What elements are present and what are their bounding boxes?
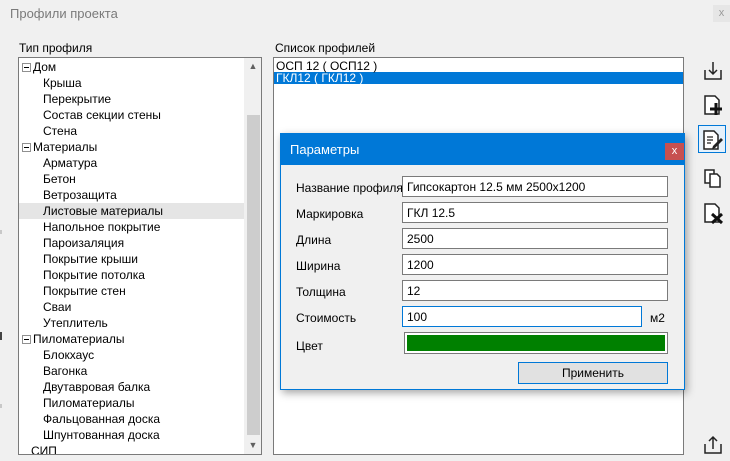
delete-document-icon	[704, 203, 724, 224]
dialog-close-button[interactable]: x	[665, 143, 684, 160]
collapse-icon[interactable]	[22, 63, 31, 72]
tree-item-label: Стена	[43, 124, 78, 138]
import-icon	[704, 62, 722, 80]
tree-item[interactable]: Арматура	[19, 155, 245, 171]
collapse-icon[interactable]	[22, 143, 31, 152]
tree-item[interactable]: Пиломатериалы	[19, 395, 245, 411]
tree-item-label: Утеплитель	[43, 316, 108, 330]
scrollbar-thumb[interactable]	[247, 115, 260, 435]
tree-group-item[interactable]: Материалы	[19, 139, 245, 155]
width-label: Ширина	[296, 259, 341, 273]
tree-item-label: Пиломатериалы	[33, 332, 125, 346]
window-title: Профили проекта	[10, 6, 118, 21]
add-profile-button[interactable]	[698, 90, 726, 118]
collapse-icon[interactable]	[22, 335, 31, 344]
tree-item-label: Фальцованная доска	[43, 412, 160, 426]
tree-item-label: Покрытие крыши	[43, 252, 138, 266]
tree-item[interactable]: Фальцованная доска	[19, 411, 245, 427]
parameters-dialog: Параметры x Название профиля Маркировка …	[280, 133, 685, 390]
thickness-label: Толщина	[296, 285, 346, 299]
edit-document-icon	[703, 130, 723, 150]
tree-item[interactable]: Утеплитель	[19, 315, 245, 331]
tree-group-item[interactable]: Дом	[19, 59, 245, 75]
tree-item-label: Бетон	[43, 172, 76, 186]
tree-item[interactable]: Состав секции стены	[19, 107, 245, 123]
tree-item[interactable]: СИП	[19, 443, 245, 455]
width-field[interactable]	[402, 254, 668, 275]
import-button[interactable]	[698, 56, 726, 84]
tree-item-label: Блокхаус	[43, 348, 95, 362]
tree-item-label: Напольное покрытие	[43, 220, 161, 234]
cost-unit: м2	[650, 311, 665, 325]
tree-item-label: СИП	[31, 444, 57, 455]
delete-profile-button[interactable]	[698, 198, 726, 226]
marking-field[interactable]	[402, 202, 668, 223]
window-left-edge-mark	[0, 404, 2, 408]
tree-item-label: Листовые материалы	[43, 204, 163, 218]
color-picker[interactable]	[404, 332, 668, 354]
export-button[interactable]	[698, 430, 726, 458]
tree-item-label: Материалы	[33, 140, 98, 154]
profile-type-tree[interactable]: Дом Крыша Перекрытие Состав секции стены Сте…	[18, 57, 262, 455]
tree-item-label: Покрытие потолка	[43, 268, 145, 282]
tree-scrollbar[interactable]: ▲ ▼	[244, 58, 261, 454]
tree-item-label: Арматура	[43, 156, 98, 170]
tree-item[interactable]: Крыша	[19, 75, 245, 91]
tree-item[interactable]: Бетон	[19, 171, 245, 187]
scroll-up-arrow-icon[interactable]: ▲	[245, 58, 261, 75]
profile-type-caption: Тип профиля	[19, 41, 93, 55]
window-left-edge-mark	[0, 230, 2, 234]
tree-item-label: Пиломатериалы	[43, 396, 135, 410]
tree-group-item[interactable]: Пиломатериалы	[19, 331, 245, 347]
tree-item-label: Состав секции стены	[43, 108, 161, 122]
profile-list-caption: Список профилей	[275, 41, 376, 55]
add-document-icon	[704, 95, 722, 115]
length-field[interactable]	[402, 228, 668, 249]
tree-item-label: Шпунтованная доска	[43, 428, 160, 442]
tree-item-label: Вагонка	[43, 364, 88, 378]
cost-field[interactable]	[402, 306, 642, 327]
tree-item[interactable]: Покрытие потолка	[19, 267, 245, 283]
tree-item-label: Покрытие стен	[43, 284, 126, 298]
tree-item-label: Пароизаляция	[43, 236, 125, 250]
edit-profile-button[interactable]	[698, 125, 726, 153]
tree-item[interactable]: Перекрытие	[19, 91, 245, 107]
tree-item[interactable]: Сваи	[19, 299, 245, 315]
cost-label: Стоимость	[296, 311, 357, 325]
copy-icon	[704, 169, 721, 188]
color-swatch	[407, 335, 665, 351]
tree-item-label: Крыша	[43, 76, 82, 90]
export-icon	[704, 435, 722, 454]
dialog-title-bar[interactable]: Параметры x	[281, 134, 684, 165]
tree-item-label: Дом	[33, 60, 57, 74]
tree-item-label: Перекрытие	[43, 92, 112, 106]
tree-item[interactable]: Листовые материалы	[19, 203, 245, 219]
profile-name-field[interactable]	[402, 176, 668, 197]
tree-item-label: Сваи	[43, 300, 72, 314]
tree-item-label: Ветрозащита	[43, 188, 117, 202]
tree-item[interactable]: Блокхаус	[19, 347, 245, 363]
tree-item[interactable]: Ветрозащита	[19, 187, 245, 203]
tree-item[interactable]: Шпунтованная доска	[19, 427, 245, 443]
marking-label: Маркировка	[296, 207, 364, 221]
apply-button[interactable]: Применить	[518, 362, 668, 384]
profile-list-item[interactable]: ГКЛ12 ( ГКЛ12 )	[274, 72, 683, 84]
tree-item[interactable]: Напольное покрытие	[19, 219, 245, 235]
window-left-edge-mark	[0, 332, 2, 340]
tree-item[interactable]: Стена	[19, 123, 245, 139]
scroll-down-arrow-icon[interactable]: ▼	[245, 437, 261, 454]
tree-item[interactable]: Вагонка	[19, 363, 245, 379]
dialog-title: Параметры	[290, 142, 360, 157]
color-label: Цвет	[296, 339, 323, 353]
profile-name-label: Название профиля	[296, 181, 403, 195]
copy-profile-button[interactable]	[698, 163, 726, 191]
tree-item-label: Двутавровая балка	[43, 380, 151, 394]
thickness-field[interactable]	[402, 280, 668, 301]
tree-item[interactable]: Пароизаляция	[19, 235, 245, 251]
tree-item[interactable]: Покрытие крыши	[19, 251, 245, 267]
length-label: Длина	[296, 233, 332, 247]
window-close-button[interactable]: x	[713, 5, 730, 22]
tree-item[interactable]: Покрытие стен	[19, 283, 245, 299]
tree-item[interactable]: Двутавровая балка	[19, 379, 245, 395]
